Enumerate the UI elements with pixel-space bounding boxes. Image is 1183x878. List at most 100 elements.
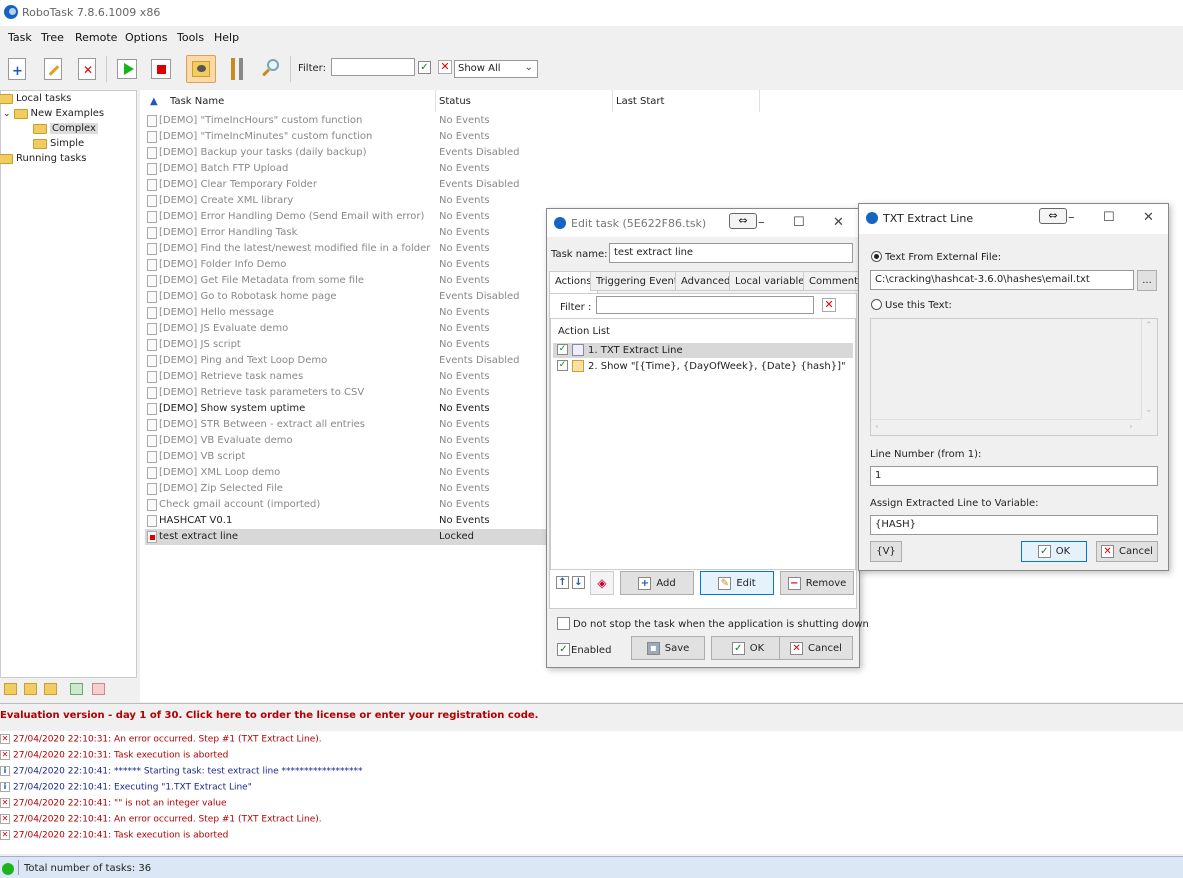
menu-remote[interactable]: Remote <box>75 31 117 44</box>
evaluation-notice-link[interactable]: Evaluation version - day 1 of 30. Click … <box>0 710 538 721</box>
column-header-last-start[interactable]: Last Start <box>616 96 664 107</box>
close-icon[interactable]: ✕ <box>1143 210 1154 225</box>
menu-help[interactable]: Help <box>214 31 239 44</box>
table-row[interactable]: [DEMO] "TimeIncMinutes" custom function N… <box>145 129 685 145</box>
text-from-file-radio[interactable] <box>871 251 882 262</box>
move-up-icon[interactable] <box>70 683 83 695</box>
settings-button[interactable] <box>224 55 250 83</box>
maximize-icon[interactable]: ☐ <box>1103 210 1115 225</box>
move-down-icon[interactable] <box>92 683 105 695</box>
enabled-checkbox[interactable]: ✓ <box>557 643 570 656</box>
task-status: Events Disabled <box>439 179 520 190</box>
horizontal-scrollbar[interactable]: ‹ › <box>871 419 1141 435</box>
remove-action-button[interactable]: − Remove <box>780 571 854 595</box>
action-enabled-checkbox[interactable]: ✓ <box>557 344 568 355</box>
chevron-down-icon: ⌄ <box>524 62 533 73</box>
ok-button[interactable]: ✓ OK <box>1021 541 1087 562</box>
task-name-input[interactable]: test extract line <box>609 243 853 263</box>
action-enabled-checkbox[interactable]: ✓ <box>557 360 568 371</box>
browse-file-button[interactable]: ... <box>1137 270 1157 291</box>
task-name: [DEMO] Go to Robotask home page <box>159 291 337 302</box>
filter-apply-checkbox[interactable]: ✓ <box>418 61 431 74</box>
table-row[interactable]: [DEMO] Batch FTP Upload No Events <box>145 161 685 177</box>
cancel-button[interactable]: ✕ Cancel <box>1096 541 1158 562</box>
plus-icon: + <box>638 576 652 590</box>
task-status: No Events <box>439 515 490 526</box>
save-button[interactable]: ▪ Save <box>631 636 705 660</box>
delete-task-button[interactable]: ✕ <box>74 55 100 83</box>
task-file-icon <box>147 195 157 207</box>
file-path-input[interactable]: C:\cracking\hashcat-3.6.0\hashes\email.t… <box>870 270 1134 290</box>
action-filter-clear-button[interactable]: ✕ <box>822 298 836 312</box>
task-file-icon <box>147 163 157 175</box>
task-status: No Events <box>439 307 490 318</box>
use-text-textarea[interactable]: ⌃ ⌄ ‹ › <box>870 318 1158 436</box>
show-mode-value: Show All <box>458 63 501 74</box>
use-text-radio[interactable] <box>871 299 882 310</box>
new-task-button[interactable]: + <box>4 55 30 83</box>
insert-variable-button[interactable]: {V} <box>870 541 902 562</box>
menu-options[interactable]: Options <box>125 31 167 44</box>
tree-node-new-examples[interactable]: ⌄ New Examples <box>3 108 104 119</box>
tree-node-complex[interactable]: Complex <box>33 123 98 134</box>
resize-arrows-icon[interactable]: ⇔ <box>1039 208 1067 224</box>
maximize-icon[interactable]: ☐ <box>793 215 805 230</box>
action-list-label: Action List <box>558 326 610 337</box>
resize-arrows-icon[interactable]: ⇔ <box>729 213 757 229</box>
assign-variable-input[interactable]: {HASH} <box>870 515 1158 535</box>
tree-node-running-tasks[interactable]: Running tasks <box>0 153 86 164</box>
add-folder-icon[interactable] <box>4 683 17 695</box>
filter-input[interactable] <box>331 58 415 76</box>
action-filter-input[interactable] <box>596 296 814 314</box>
edit-task-icon <box>44 58 62 80</box>
menu-tree[interactable]: Tree <box>41 31 64 44</box>
action-item[interactable]: ✓ 1. TXT Extract Line <box>553 343 853 358</box>
tree-node-local-tasks[interactable]: Local tasks <box>0 93 71 104</box>
tab-advanced[interactable]: Advanced <box>675 271 737 291</box>
add-action-button[interactable]: + Add <box>620 571 694 595</box>
task-status: No Events <box>439 403 490 414</box>
table-row[interactable]: [DEMO] Create XML library No Events <box>145 193 685 209</box>
no-stop-checkbox[interactable] <box>557 617 570 630</box>
column-header-task-name[interactable]: Task Name <box>170 96 224 107</box>
task-name: [DEMO] Error Handling Task <box>159 227 298 238</box>
table-row[interactable]: [DEMO] Backup your tasks (daily backup) E… <box>145 145 685 161</box>
table-row[interactable]: [DEMO] "TimeIncHours" custom function No … <box>145 113 685 129</box>
menu-tools[interactable]: Tools <box>177 31 204 44</box>
task-status: No Events <box>439 227 490 238</box>
tree-node-simple[interactable]: Simple <box>33 138 84 149</box>
show-mode-select[interactable]: Show All ⌄ <box>454 60 538 78</box>
minimize-icon[interactable]: – <box>758 215 765 230</box>
ok-button[interactable]: ✓ OK <box>711 636 785 660</box>
column-header-status[interactable]: Status <box>439 96 471 107</box>
sort-ascending-icon[interactable]: ▲ <box>150 96 158 107</box>
view-toggle-button[interactable] <box>186 55 216 83</box>
filter-clear-button[interactable]: ✕ <box>438 60 452 74</box>
move-up-icon[interactable]: ↑ <box>556 576 569 589</box>
log-text: 27/04/2020 22:10:31: An error occurred. … <box>13 734 322 745</box>
task-locked-icon <box>147 531 157 543</box>
close-icon[interactable]: ✕ <box>833 215 844 230</box>
stop-task-button[interactable] <box>148 55 174 83</box>
task-status: No Events <box>439 163 490 174</box>
minimize-icon[interactable]: – <box>1068 210 1075 225</box>
tree-toolbar <box>0 680 137 700</box>
move-down-icon[interactable]: ↓ <box>572 576 585 589</box>
chevron-up-icon: ⌃ <box>1145 321 1153 331</box>
log-entry: ✕ 27/04/2020 22:10:41: "" is not an integ… <box>0 798 227 809</box>
run-task-button[interactable] <box>114 55 140 83</box>
table-row[interactable]: [DEMO] Clear Temporary Folder Events Disa… <box>145 177 685 193</box>
task-name: Check gmail account (imported) <box>159 499 321 510</box>
search-button[interactable] <box>258 55 284 83</box>
vertical-scrollbar[interactable]: ⌃ ⌄ <box>1141 319 1157 419</box>
edit-folder-icon[interactable] <box>24 683 37 695</box>
test-action-icon[interactable]: ◈ <box>590 571 614 595</box>
edit-action-button[interactable]: ✎ Edit <box>700 571 774 595</box>
action-item[interactable]: ✓ 2. Show "[{Time}, {DayOfWeek}, {Date} … <box>553 359 853 374</box>
cancel-button[interactable]: ✕ Cancel <box>779 636 853 660</box>
edit-task-button[interactable] <box>40 55 66 83</box>
menu-task[interactable]: Task <box>8 31 32 44</box>
delete-folder-icon[interactable] <box>44 683 57 695</box>
log-entry: ✕ 27/04/2020 22:10:41: Task execution is … <box>0 830 228 841</box>
line-number-input[interactable]: 1 <box>870 466 1158 486</box>
